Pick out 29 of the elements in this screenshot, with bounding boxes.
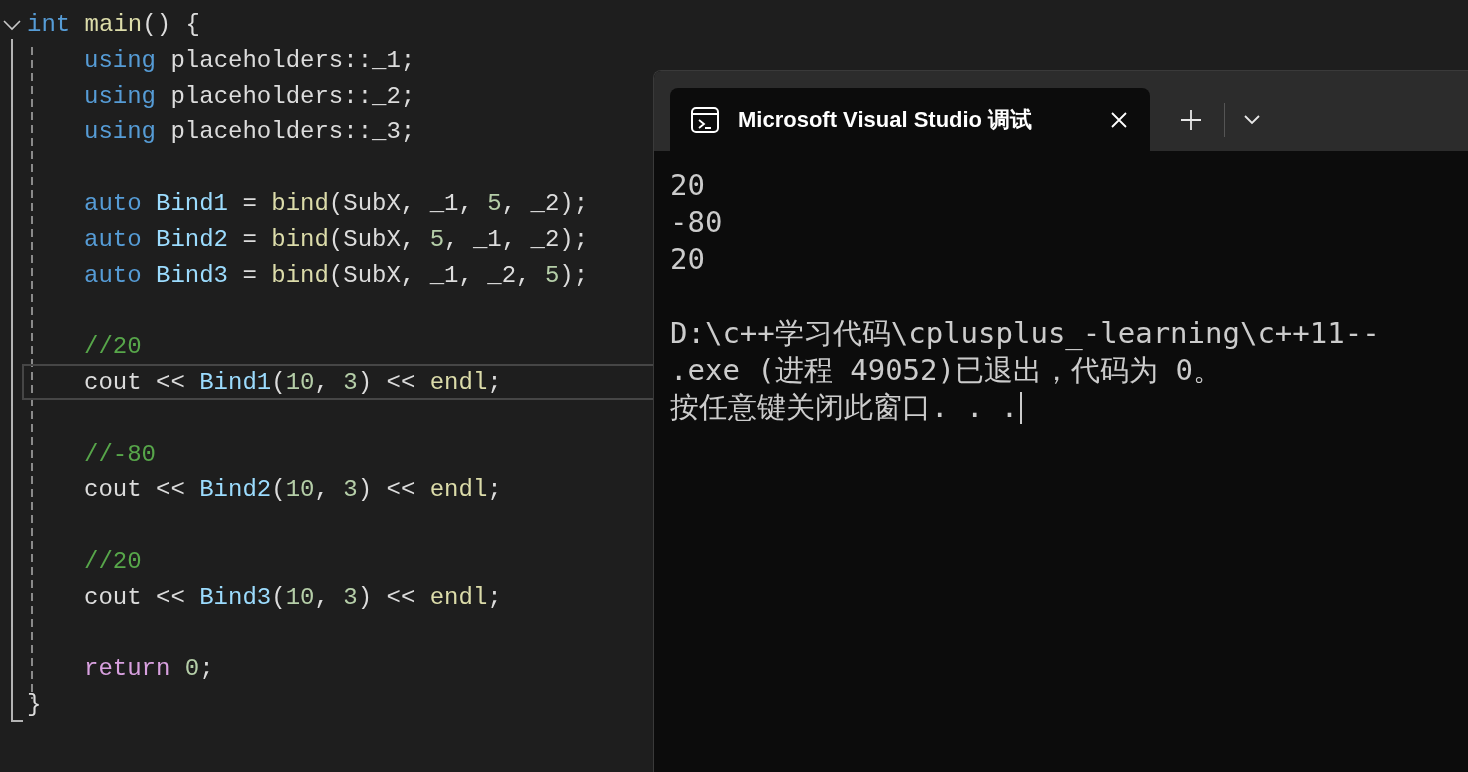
code-line: using placeholders::_1; [84, 46, 416, 76]
code-line: } [27, 690, 42, 720]
code-line: cout << Bind2(10, 3) << endl; [84, 475, 502, 505]
code-line: //20 [84, 332, 142, 362]
dropdown-icon[interactable] [1243, 113, 1261, 126]
code-line: auto Bind1 = bind(SubX, _1, 5, _2); [84, 189, 589, 219]
new-tab-icon[interactable] [1180, 108, 1202, 131]
code-line: cout << Bind3(10, 3) << endl; [84, 583, 502, 613]
tab-title: Microsoft Visual Studio 调试 [738, 106, 1034, 134]
code-line: using placeholders::_3; [84, 117, 416, 147]
terminal-tab[interactable]: Microsoft Visual Studio 调试 [670, 88, 1150, 151]
fold-toggle-icon[interactable] [2, 18, 22, 32]
console-output-line: 20 [670, 167, 705, 204]
code-line: //-80 [84, 440, 156, 470]
code-line: auto Bind2 = bind(SubX, 5, _1, _2); [84, 225, 589, 255]
console-output-line: .exe (进程 49052)已退出，代码为 0。 [670, 352, 1222, 389]
code-line: return 0; [84, 654, 214, 684]
code-line: int main() { [27, 10, 200, 40]
code-line: cout << Bind1(10, 3) << endl; [84, 368, 502, 398]
console-icon [690, 105, 720, 134]
code-line: using placeholders::_2; [84, 82, 416, 112]
code-line: auto Bind3 = bind(SubX, _1, _2, 5); [84, 261, 589, 291]
console-output-line: 20 [670, 241, 705, 278]
console-output-line: 按任意键关闭此窗口. . . [670, 389, 1019, 426]
console-output-line: -80 [670, 204, 723, 241]
console-output-line: D:\c++学习代码\cplusplus_-learning\c++11-- [670, 315, 1380, 352]
close-icon[interactable] [1110, 110, 1128, 129]
code-line: //20 [84, 547, 142, 577]
text-cursor [1020, 391, 1023, 424]
